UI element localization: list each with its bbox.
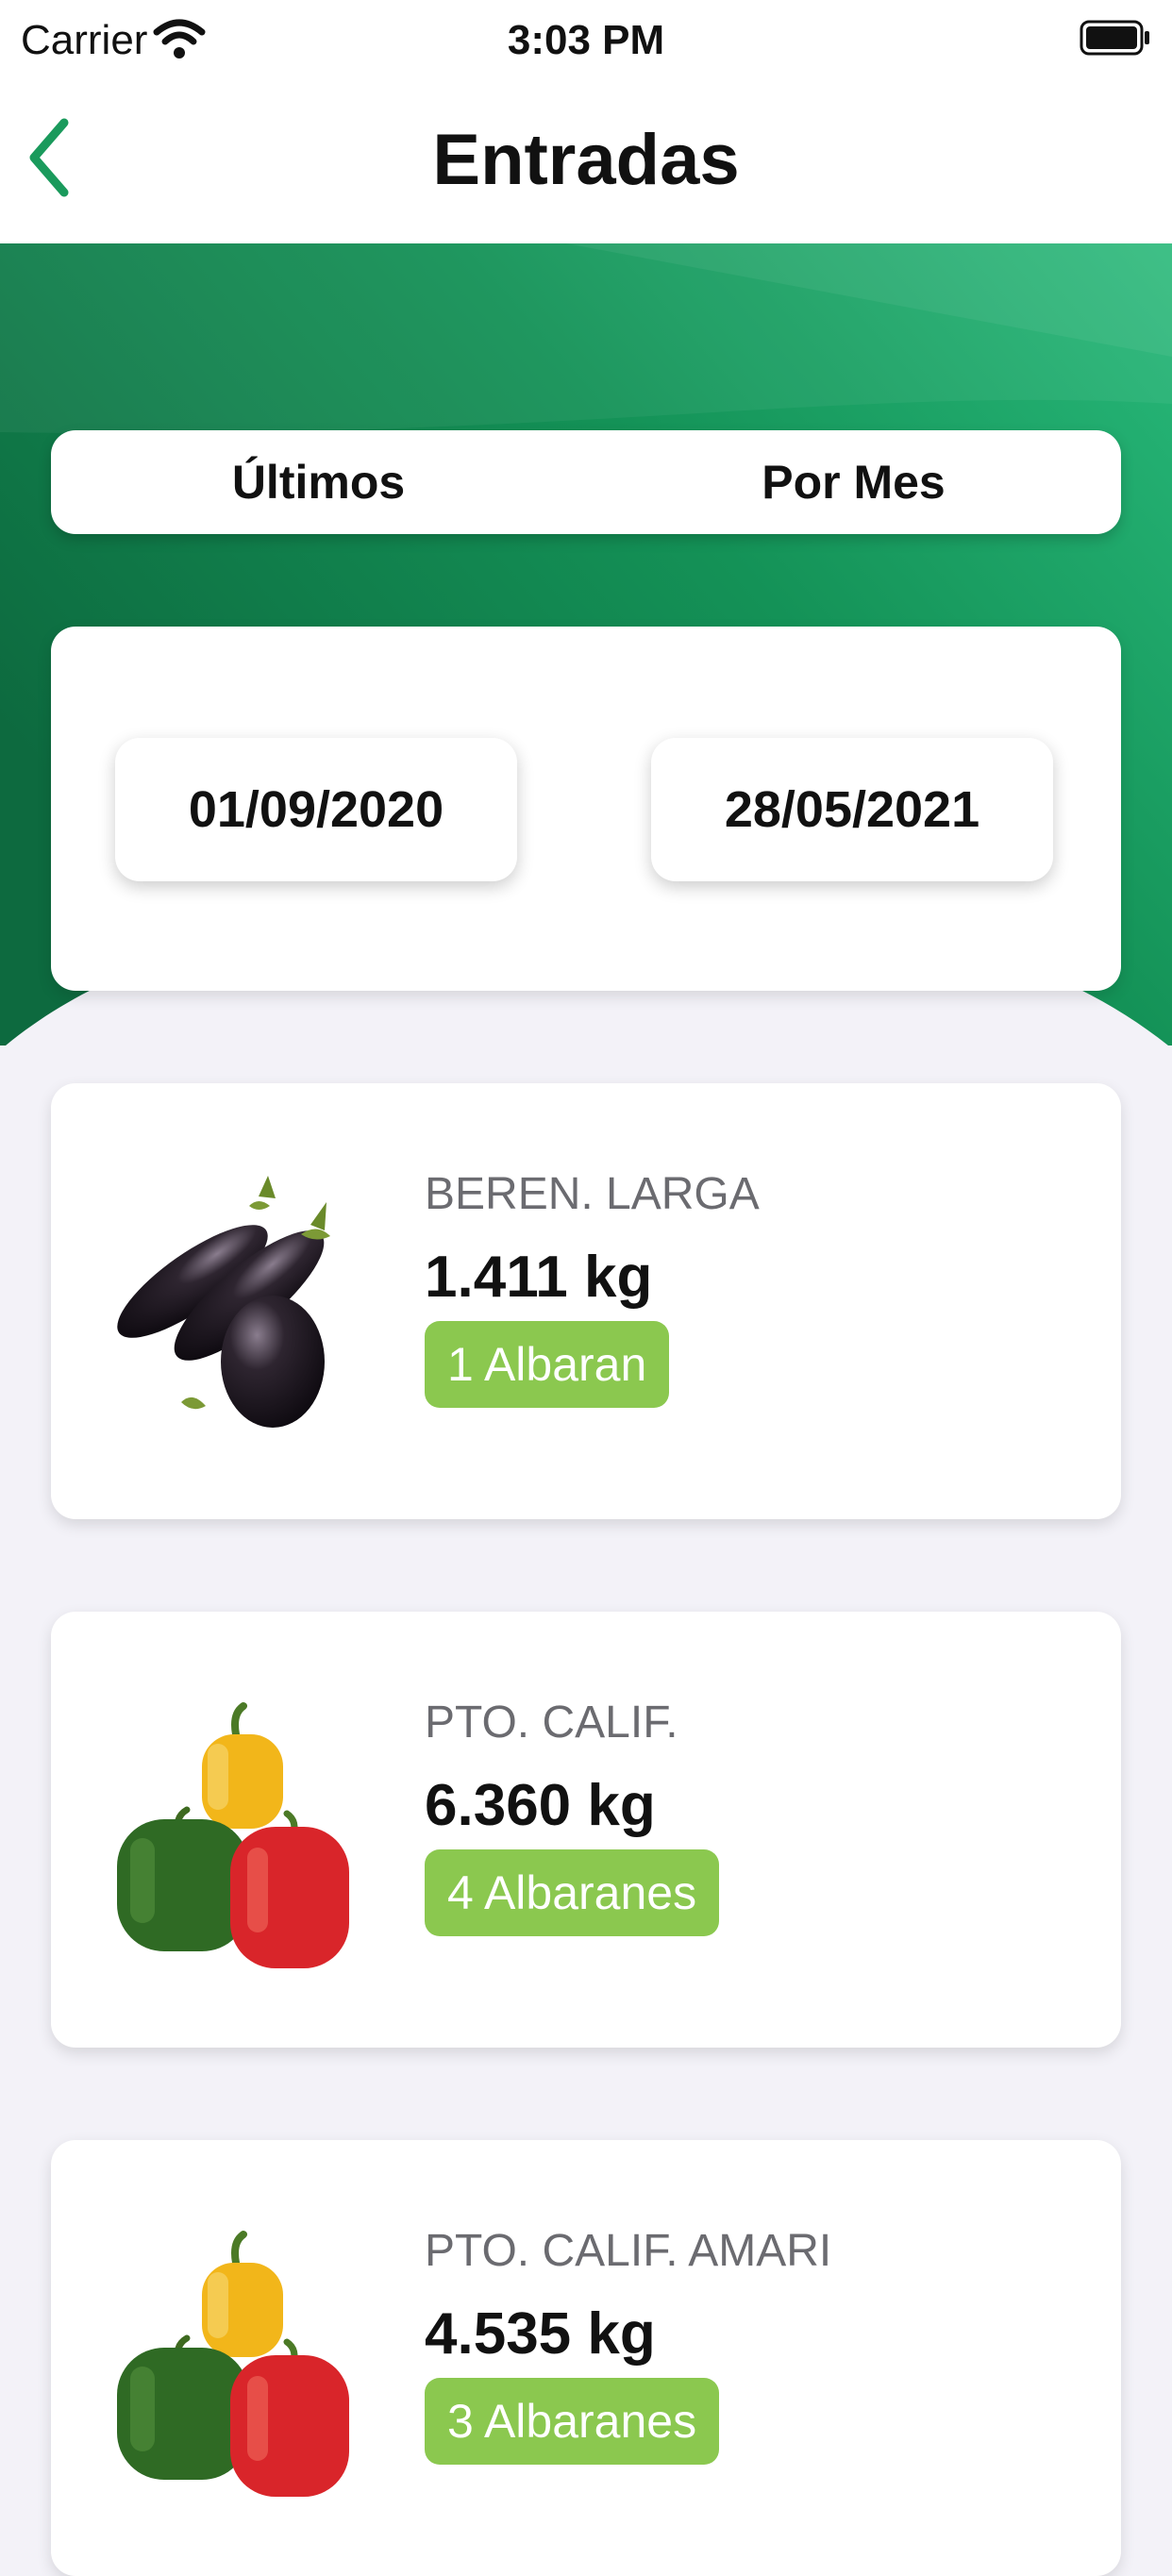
eggplant-image <box>117 1176 330 1428</box>
tab-por-mes[interactable]: Por Mes <box>586 430 1121 534</box>
product-name: PTO. CALIF. <box>425 1698 678 1748</box>
bell-peppers-image <box>117 1702 349 1968</box>
albaran-badge: 4 Albaranes <box>425 1849 720 1936</box>
albaran-badge: 3 Albaranes <box>425 2378 720 2465</box>
date-to-button[interactable]: 28/05/2021 <box>651 738 1053 881</box>
bell-peppers-image <box>117 2231 349 2497</box>
navigation-bar: Entradas <box>0 81 1172 243</box>
product-weight: 4.535 kg <box>425 2301 656 2367</box>
product-name: PTO. CALIF. AMARI <box>425 2226 832 2276</box>
product-name: BEREN. LARGA <box>425 1169 760 1219</box>
battery-icon <box>1080 20 1149 56</box>
product-weight: 6.360 kg <box>425 1773 656 1838</box>
date-from-button[interactable]: 01/09/2020 <box>115 738 517 881</box>
date-range-card: 01/09/2020 28/05/2021 <box>51 627 1121 991</box>
entry-card[interactable]: PTO. CALIF. 6.360 kg 4 Albaranes <box>51 1612 1121 2048</box>
status-bar: Carrier 3:03 PM <box>0 0 1172 81</box>
albaran-badge: 1 Albaran <box>425 1321 670 1408</box>
status-time: 3:03 PM <box>507 17 665 63</box>
page-title: Entradas <box>432 120 740 200</box>
entry-card[interactable]: BEREN. LARGA 1.411 kg 1 Albaran <box>51 1083 1121 1519</box>
segmented-control: Últimos Por Mes <box>51 430 1121 534</box>
product-weight: 1.411 kg <box>425 1245 653 1310</box>
entry-card[interactable]: PTO. CALIF. AMARI 4.535 kg 3 Albaranes <box>51 2140 1121 2576</box>
tab-ultimos[interactable]: Últimos <box>51 430 586 534</box>
